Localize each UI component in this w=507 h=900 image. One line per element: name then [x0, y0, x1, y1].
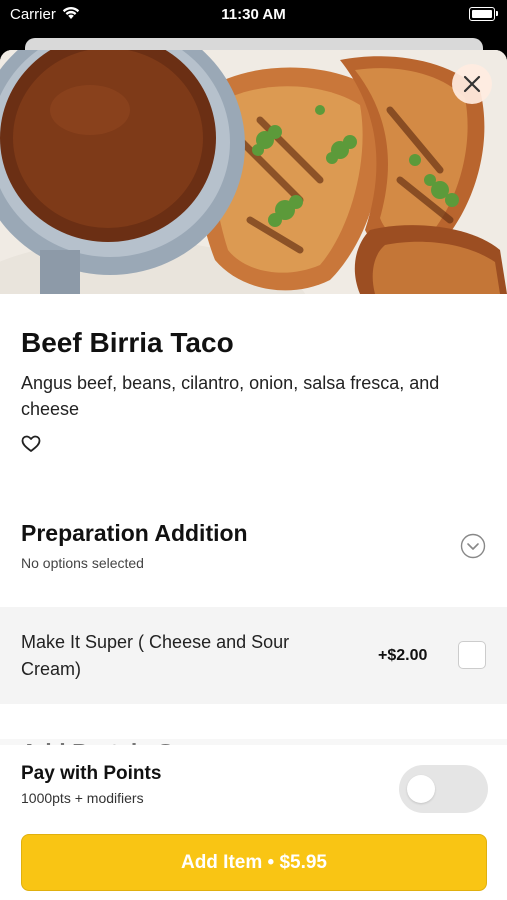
- section-title: Preparation Addition: [21, 520, 248, 546]
- section-subtitle: No options selected: [21, 555, 144, 571]
- item-detail-sheet: Beef Birria Taco Angus beef, beans, cila…: [0, 50, 507, 900]
- close-button[interactable]: [452, 64, 492, 104]
- pay-with-points-label: Pay with Points: [21, 763, 162, 784]
- clock: 11:30 AM: [221, 6, 286, 23]
- add-item-button[interactable]: Add Item • $5.95: [21, 834, 487, 891]
- app-screen: Carrier 11:30 AM Beef Birria Taco Angus …: [0, 0, 507, 900]
- item-photo: [0, 50, 507, 294]
- status-bar: Carrier 11:30 AM: [0, 0, 507, 30]
- close-icon: [463, 75, 481, 93]
- option-label: Make It Super ( Cheese and Sour Cream): [21, 632, 290, 679]
- toggle-knob: [407, 775, 435, 803]
- chevron-down-icon[interactable]: [460, 533, 486, 559]
- item-title: Beef Birria Taco: [21, 327, 234, 358]
- pay-with-points-toggle[interactable]: [399, 765, 488, 813]
- checkout-footer: Pay with Points 1000pts + modifiers Add …: [0, 745, 507, 900]
- points-cost: 1000pts + modifiers: [21, 790, 144, 806]
- food-illustration: [0, 50, 507, 294]
- option-price: +$2.00: [378, 647, 428, 664]
- battery-icon: [469, 7, 498, 21]
- favorite-heart-icon[interactable]: [21, 434, 41, 454]
- add-item-label: Add Item • $5.95: [180, 851, 328, 873]
- option-checkbox[interactable]: [458, 641, 486, 669]
- item-description: Angus beef, beans, cilantro, onion, sals…: [21, 373, 440, 419]
- option-row[interactable]: Make It Super ( Cheese and Sour Cream) +…: [0, 607, 507, 704]
